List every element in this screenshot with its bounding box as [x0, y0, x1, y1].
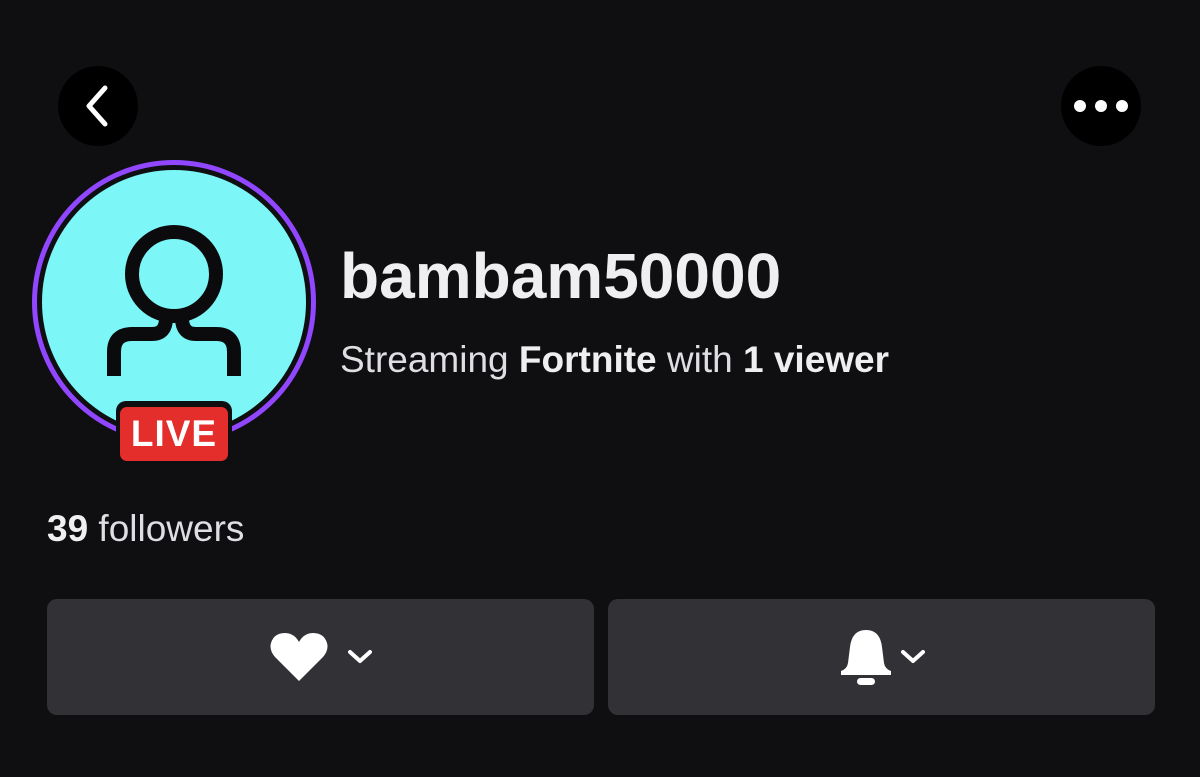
follower-number: 39	[47, 508, 89, 549]
back-button[interactable]	[58, 66, 138, 146]
status-prefix: Streaming	[340, 339, 519, 380]
game-name[interactable]: Fortnite	[519, 339, 657, 380]
chevron-left-icon	[83, 84, 113, 128]
live-badge-label: LIVE	[119, 407, 229, 461]
notifications-button[interactable]	[608, 599, 1155, 715]
viewer-count: 1 viewer	[742, 339, 890, 380]
user-icon	[104, 222, 244, 382]
heart-icon	[269, 631, 329, 683]
chevron-down-icon	[347, 649, 373, 665]
live-badge: LIVE	[116, 401, 232, 467]
bell-icon	[838, 627, 894, 687]
follower-label: followers	[88, 508, 245, 549]
avatar[interactable]	[42, 170, 306, 434]
channel-profile-page: LIVE bambam50000 Streaming Fortnite with…	[0, 0, 1200, 777]
follow-button[interactable]	[47, 599, 594, 715]
follower-count: 39 followers	[47, 505, 244, 553]
chevron-down-icon	[900, 649, 926, 665]
channel-username: bambam50000	[340, 240, 782, 312]
more-options-button[interactable]	[1061, 66, 1141, 146]
status-middle: with	[656, 339, 743, 380]
stream-status: Streaming Fortnite with 1 viewer	[340, 336, 889, 384]
more-horizontal-icon	[1073, 99, 1129, 113]
